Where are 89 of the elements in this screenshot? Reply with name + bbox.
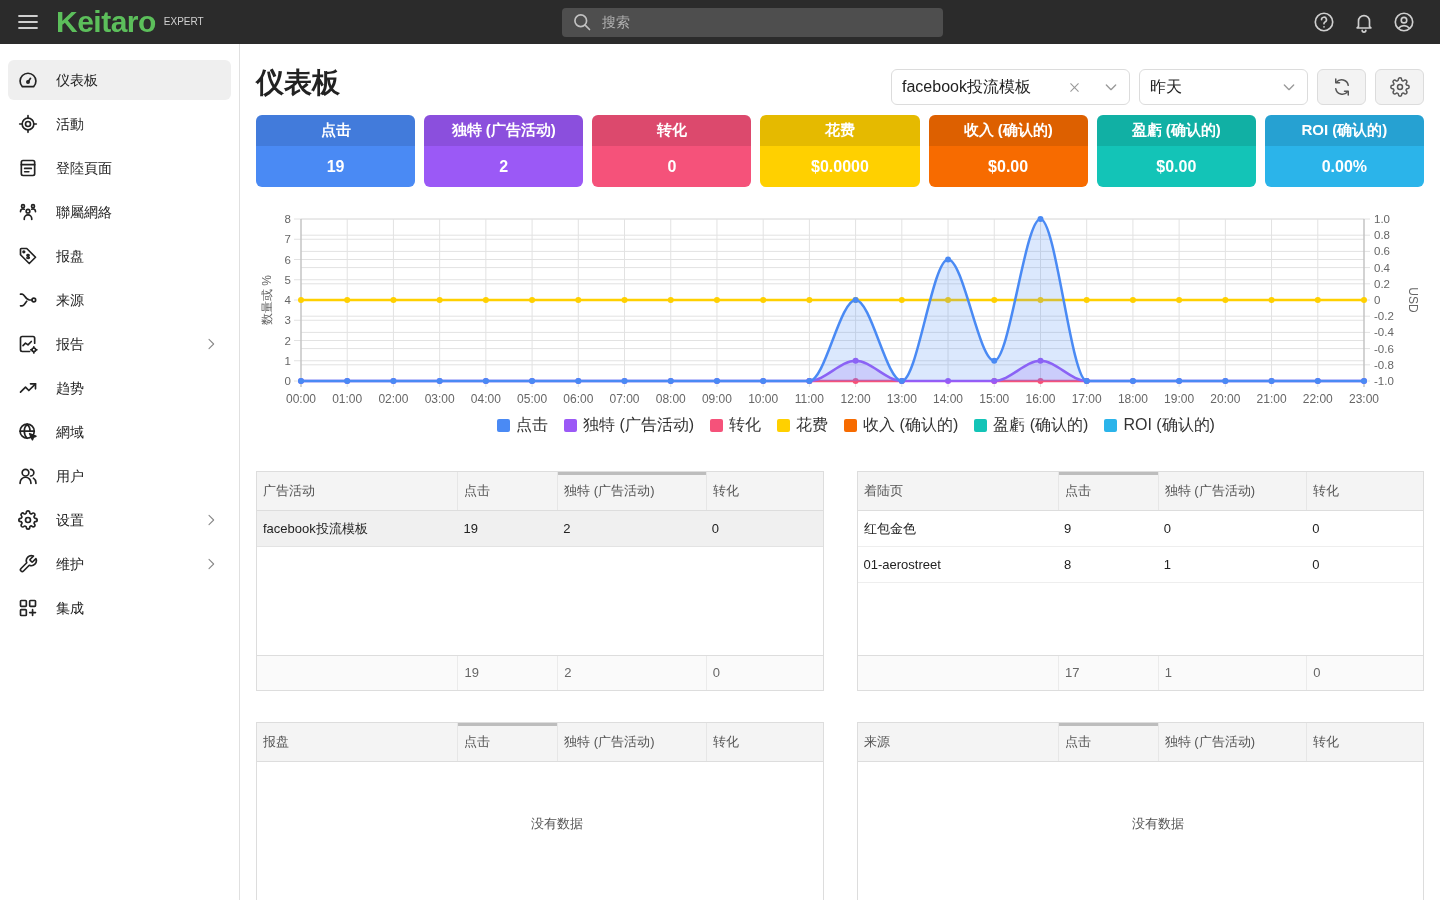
tick-label: 02:00 <box>378 392 409 406</box>
tick-label: 2 <box>284 334 291 347</box>
tick-label: 0.2 <box>1374 277 1390 290</box>
stat-value: 19 <box>325 156 346 177</box>
tick-label: 12:00 <box>840 392 871 406</box>
tick-label: 08:00 <box>655 392 686 406</box>
tick-label: 07:00 <box>609 392 640 406</box>
total-cell: 1 <box>1157 656 1307 690</box>
table-cell-text: 2 <box>562 519 572 538</box>
total-cell: 0 <box>705 656 823 690</box>
tick-label: 06:00 <box>563 392 594 406</box>
tick-label: 17:00 <box>1071 392 1102 406</box>
tick-label: 11:00 <box>794 392 824 406</box>
tick-label: 1.0 <box>1374 213 1390 225</box>
stat-value: 2 <box>498 156 510 177</box>
total-cell: 0 <box>1306 656 1423 690</box>
table-cell-text: 9 <box>1062 519 1073 538</box>
legend-label: 盈虧 (确认的) <box>993 415 1089 435</box>
stat-value: $0.00 <box>1155 156 1198 177</box>
tick-label: -0.8 <box>1374 358 1394 371</box>
table-cell-text: 8 <box>1062 555 1073 574</box>
tick-label: 10:00 <box>748 392 779 406</box>
legend-label: 花费 <box>796 415 829 435</box>
table-cell-text: 01-aerostreet <box>862 555 942 574</box>
tick-label: 20:00 <box>1210 392 1241 406</box>
legend-label: 独特 (广告活动) <box>583 415 695 435</box>
tick-label: 22:00 <box>1302 392 1333 406</box>
tick-label: 0.8 <box>1374 229 1390 242</box>
legend-label: 转化 <box>729 415 762 435</box>
table-cell-text: 0 <box>710 519 721 538</box>
legend-label: 点击 <box>516 415 549 435</box>
tick-label: 16:00 <box>1025 392 1056 406</box>
axis-title: USD <box>1406 287 1420 313</box>
stat-value: $0.00 <box>987 156 1030 177</box>
tick-label: 21:00 <box>1256 392 1287 406</box>
tick-label: -0.4 <box>1374 326 1394 339</box>
stat-value: 0.00% <box>1320 156 1369 177</box>
total-cell: 2 <box>557 656 706 690</box>
stat-label: 点击 <box>256 115 416 146</box>
tick-label: 09:00 <box>701 392 732 406</box>
tick-label: 15:00 <box>979 392 1010 406</box>
tick-label: 18:00 <box>1117 392 1148 406</box>
tick-label: -0.2 <box>1374 310 1394 323</box>
tick-label: 23:00 <box>1349 392 1379 406</box>
tick-label: 0 <box>1374 294 1381 306</box>
tick-label: 14:00 <box>933 392 964 406</box>
tick-label: 6 <box>284 253 291 266</box>
table-cell-text: 1 <box>1162 555 1172 574</box>
table-cell-text: facebook投流模板 <box>262 519 369 538</box>
tick-label: 0.6 <box>1374 245 1390 258</box>
stat-value: $0.0000 <box>810 156 870 177</box>
stat-label: 独特 (广告活动) <box>424 115 584 146</box>
table-cell-text: 0 <box>1311 519 1321 538</box>
stat-label: 收入 (确认的) <box>928 115 1088 146</box>
stat-value: 0 <box>666 156 678 177</box>
tick-label: 0.4 <box>1374 261 1390 274</box>
tick-label: 3 <box>284 314 291 327</box>
tick-label: 5 <box>284 273 291 286</box>
legend-label: 收入 (确认的) <box>863 415 959 435</box>
total-cell: 17 <box>1057 656 1158 690</box>
stat-label: 转化 <box>592 115 752 146</box>
table-cell-text: 0 <box>1311 555 1321 574</box>
tick-label: 03:00 <box>424 392 455 406</box>
tick-label: 1 <box>284 354 291 367</box>
tick-label: 01:00 <box>332 392 363 406</box>
tick-label: 8 <box>284 213 291 225</box>
table-cell-text: 0 <box>1162 519 1172 538</box>
total-cell: 19 <box>457 656 558 690</box>
legend-label: ROI (确认的) <box>1123 415 1215 435</box>
page-title: 仪表板 <box>256 69 340 97</box>
table-cell-text: 红包金色 <box>862 519 917 538</box>
tick-label: -1.0 <box>1374 375 1394 387</box>
tick-label: 19:00 <box>1164 392 1195 406</box>
tick-label: 00:00 <box>286 392 316 406</box>
tick-label: 04:00 <box>470 392 501 406</box>
stat-label: ROI (确认的) <box>1264 115 1424 146</box>
tick-label: -0.6 <box>1374 342 1394 355</box>
table-cell-text: 19 <box>462 519 479 538</box>
tick-label: 0 <box>284 375 291 387</box>
stat-label: 盈虧 (确认的) <box>1096 115 1256 146</box>
tick-label: 7 <box>284 233 291 246</box>
axis-title: 数量或 % <box>260 275 274 325</box>
tick-label: 4 <box>284 294 291 306</box>
edition-label: EXPERT <box>163 14 204 29</box>
stat-label: 花费 <box>760 115 920 146</box>
tick-label: 13:00 <box>886 392 917 406</box>
empty-message: 没有数据 <box>1131 815 1184 833</box>
tick-label: 05:00 <box>517 392 548 406</box>
empty-message: 没有数据 <box>531 815 584 833</box>
